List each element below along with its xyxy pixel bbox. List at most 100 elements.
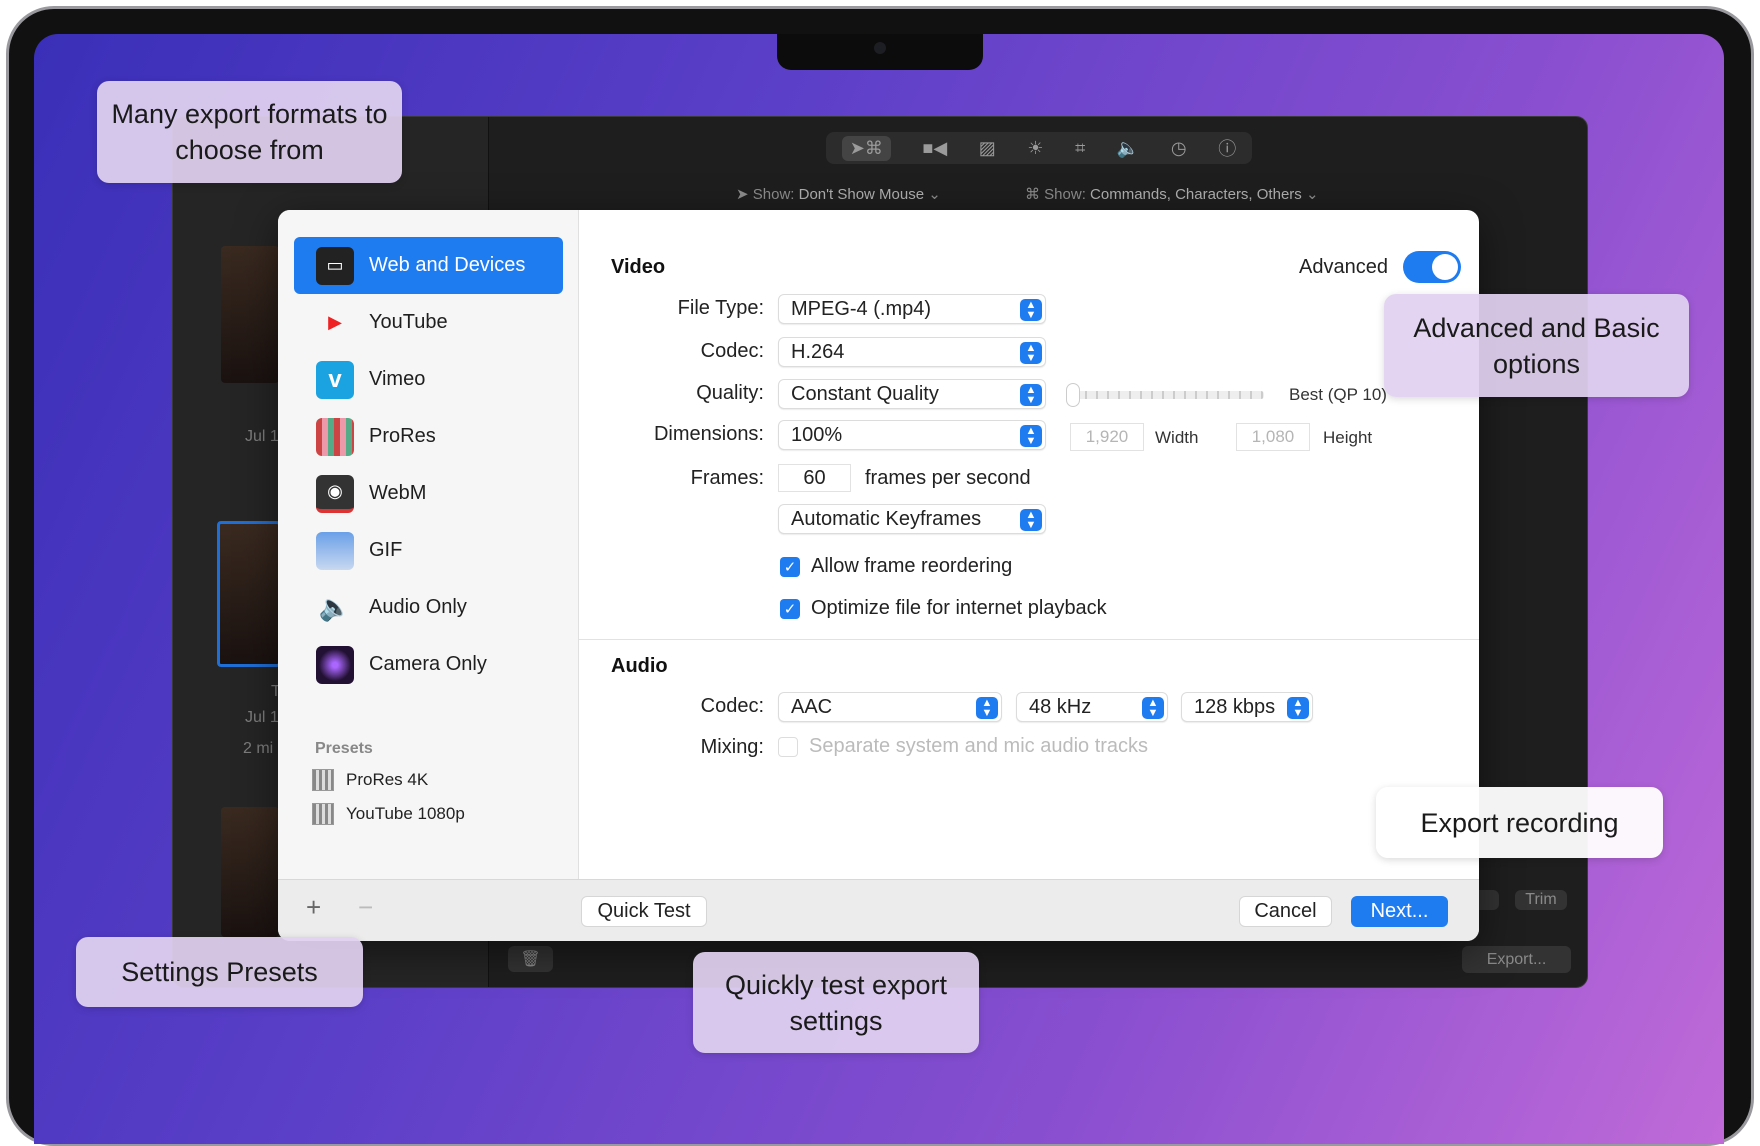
mixing-option-label: Separate system and mic audio tracks (809, 735, 1149, 757)
film-strip-icon (316, 417, 354, 456)
keyframes-select[interactable]: Automatic Keyframes ▲ ▼ (778, 504, 1046, 534)
advanced-toggle[interactable] (1403, 251, 1461, 283)
next-button[interactable]: Next... (1351, 896, 1448, 927)
cursor-icon: ➤ (736, 186, 753, 203)
audio-codec-value: AAC (791, 695, 833, 718)
quality-slider-text: Best (QP 10) (1289, 385, 1387, 404)
brightness-icon[interactable]: ☀ (1027, 138, 1043, 159)
camera-icon (874, 42, 886, 54)
remove-preset-button[interactable]: − (358, 892, 373, 923)
audio-codec-label: Codec: (700, 695, 764, 717)
advanced-label: Advanced (1299, 256, 1388, 278)
recording-thumbnail-selected[interactable] (217, 521, 281, 667)
checkmark-icon: ✓ (780, 598, 800, 619)
frames-label: Frames: (690, 467, 764, 489)
sidebar-item-vimeo[interactable]: v Vimeo (294, 351, 563, 408)
dimensions-select[interactable]: 100% ▲ ▼ (778, 420, 1046, 450)
gif-image-icon (316, 531, 354, 570)
allow-reordering-checkbox[interactable]: ✓ Allow frame reordering (780, 555, 1012, 578)
video-codec-select[interactable]: H.264 ▲ ▼ (778, 337, 1046, 367)
section-divider (579, 639, 1479, 640)
sidebar-item-label: WebM (369, 482, 427, 504)
quality-label: Quality: (696, 382, 764, 404)
stepper-icon: ▲ ▼ (1020, 299, 1042, 321)
webm-player-icon: ◉ (316, 474, 354, 513)
mouse-show-label: Show: (752, 186, 795, 203)
mouse-show-value: Don't Show Mouse (798, 186, 925, 203)
sidebar-item-label: ProRes (369, 425, 436, 447)
preset-label: ProRes 4K (346, 770, 429, 789)
recording-date: Jul 1 (245, 709, 279, 726)
chevron-down-icon: ⌄ (1305, 186, 1319, 203)
youtube-icon: ▶ (328, 312, 342, 332)
frames-field[interactable]: 60 (778, 464, 851, 492)
export-dialog: ▭ Web and Devices ▶ YouTube v Vimeo ProRes … (278, 210, 1479, 941)
quick-test-button[interactable]: Quick Test (581, 896, 707, 927)
film-icon (312, 769, 334, 791)
trash-icon[interactable]: 🗑 (508, 946, 553, 972)
image-icon[interactable]: ▨ (979, 138, 996, 159)
keys-show-menu[interactable]: ⌘ Show: Commands, Characters, Others ⌄ (1025, 185, 1319, 203)
recording-duration: 2 mi (243, 740, 274, 757)
stepper-icon: ▲ ▼ (1020, 342, 1042, 364)
stepper-icon: ▲ ▼ (1020, 509, 1042, 531)
stepper-icon: ▲ ▼ (1020, 384, 1042, 406)
audio-codec-select[interactable]: AAC ▲ ▼ (778, 692, 1002, 722)
sidebar-item-webm[interactable]: ◉ WebM (294, 465, 563, 522)
camera-notch (777, 34, 983, 70)
sidebar-item-web-and-devices[interactable]: ▭ Web and Devices (294, 237, 563, 294)
bitrate-select[interactable]: 128 kbps ▲ ▼ (1181, 692, 1313, 722)
stepper-icon: ▲ ▼ (1142, 697, 1164, 719)
info-icon[interactable]: ⓘ (1218, 135, 1236, 161)
quality-slider[interactable] (1066, 383, 1264, 407)
recording-date: Jul 1 (245, 428, 279, 445)
clock-icon[interactable]: ◷ (1171, 138, 1187, 159)
audio-heading: Audio (611, 655, 668, 677)
cancel-button[interactable]: Cancel (1239, 896, 1332, 927)
quality-value: Constant Quality (791, 382, 939, 405)
vimeo-icon: v (316, 360, 354, 399)
preset-item[interactable]: YouTube 1080p (312, 803, 465, 825)
bitrate-value: 128 kbps (1194, 695, 1276, 718)
quality-select[interactable]: Constant Quality ▲ ▼ (778, 379, 1046, 409)
callout-export: Export recording (1376, 787, 1663, 858)
callout-presets: Settings Presets (76, 937, 363, 1007)
sidebar-item-prores[interactable]: ProRes (294, 408, 563, 465)
allow-reordering-label: Allow frame reordering (811, 555, 1013, 577)
file-type-select[interactable]: MPEG-4 (.mp4) ▲ ▼ (778, 294, 1046, 324)
dimensions-value: 100% (791, 423, 843, 446)
sidebar-item-youtube[interactable]: ▶ YouTube (294, 294, 563, 351)
sidebar-item-gif[interactable]: GIF (294, 522, 563, 579)
export-button-background[interactable]: Export... (1462, 946, 1571, 973)
stepper-icon: ▲ ▼ (1020, 425, 1042, 447)
dialog-footer: + − Quick Test Cancel Next... (278, 879, 1479, 941)
speaker-icon[interactable]: 🔈 (1117, 138, 1139, 159)
cursor-command-icon[interactable]: ➤⌘ (841, 135, 891, 161)
slider-thumb[interactable] (1066, 383, 1080, 407)
width-label: Width (1155, 428, 1199, 447)
callout-formats: Many export formats to choose from (97, 81, 402, 183)
mixing-label: Mixing: (700, 736, 764, 758)
recording-thumbnail[interactable] (221, 807, 279, 937)
height-field[interactable]: 1,080 (1236, 423, 1310, 451)
checkbox-empty (778, 736, 798, 757)
crop-icon[interactable]: ⌗ (1075, 138, 1085, 159)
width-field[interactable]: 1,920 (1070, 423, 1144, 451)
height-label: Height (1323, 428, 1373, 447)
optimize-checkbox[interactable]: ✓ Optimize file for internet playback (780, 597, 1107, 620)
trim-button[interactable]: Trim (1515, 890, 1567, 910)
mouse-show-menu[interactable]: ➤ Show: Don't Show Mouse ⌄ (736, 185, 941, 203)
video-heading: Video (611, 256, 666, 278)
sample-rate-select[interactable]: 48 kHz ▲ ▼ (1016, 692, 1168, 722)
video-camera-icon[interactable]: ■◀ (922, 138, 947, 159)
file-type-label: File Type: (677, 297, 764, 319)
recording-thumbnail[interactable] (221, 246, 279, 383)
sidebar-item-audio-only[interactable]: 🔈 Audio Only (294, 579, 563, 636)
preset-item[interactable]: ProRes 4K (312, 769, 428, 791)
speaker-icon: 🔈 (318, 592, 352, 622)
sidebar-item-camera-only[interactable]: Camera Only (294, 636, 563, 693)
add-preset-button[interactable]: + (306, 892, 321, 923)
sidebar-item-label: Vimeo (369, 368, 426, 390)
dimensions-label: Dimensions: (653, 423, 764, 445)
mixing-checkbox[interactable]: Separate system and mic audio tracks (778, 735, 1148, 758)
